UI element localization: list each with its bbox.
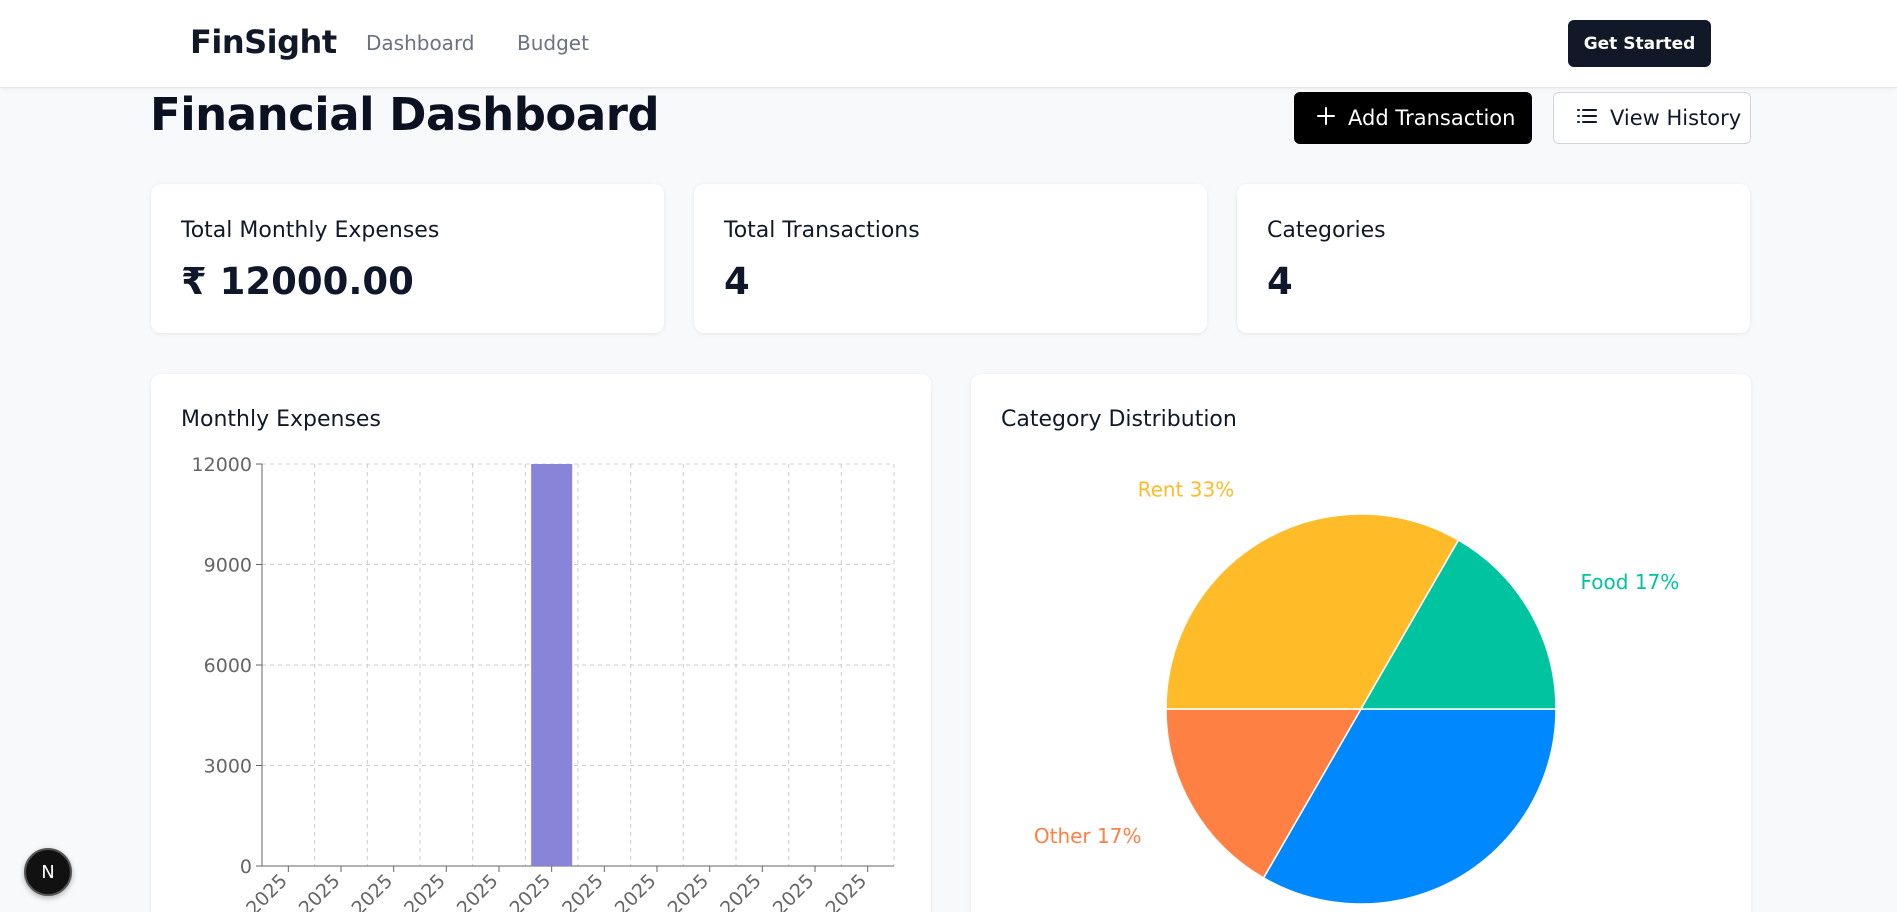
stat-value: 4 xyxy=(724,260,750,303)
x-tick-label: 2025 xyxy=(400,870,450,912)
stat-card-categories: Categories 4 xyxy=(1237,184,1750,333)
y-tick-label: 9000 xyxy=(204,555,252,577)
y-tick-label: 6000 xyxy=(204,655,252,677)
pie-slice-label: Food 17% xyxy=(1581,570,1680,594)
x-tick-label: 2025 xyxy=(347,870,397,912)
x-tick-label: 2025 xyxy=(716,870,766,912)
stat-card-total-transactions: Total Transactions 4 xyxy=(694,184,1207,333)
x-tick-label: 2025 xyxy=(558,870,608,912)
bar[interactable] xyxy=(531,464,573,866)
add-transaction-label: Add Transaction xyxy=(1348,106,1516,130)
category-distribution-panel: Category Distribution Travel 33%Other 17… xyxy=(971,374,1751,912)
list-icon xyxy=(1576,106,1598,130)
stat-value: 4 xyxy=(1267,260,1293,303)
next-dev-badge[interactable]: N xyxy=(24,848,72,896)
nav-link-budget[interactable]: Budget xyxy=(517,31,589,55)
monthly-expenses-bar-chart: 0300060009000120002025 2025 2025 2025 2025 20… xyxy=(192,454,895,912)
x-tick-label: 2025 xyxy=(611,870,661,912)
top-navbar: FinSight Dashboard Budget Get Started xyxy=(0,0,1897,88)
page-title: Financial Dashboard xyxy=(150,88,660,141)
view-history-button[interactable]: View History xyxy=(1553,92,1751,144)
stat-label: Total Transactions xyxy=(724,218,920,243)
get-started-button[interactable]: Get Started xyxy=(1568,20,1711,67)
x-tick-label: 2025 xyxy=(821,870,871,912)
plus-icon xyxy=(1316,106,1336,131)
add-transaction-button[interactable]: Add Transaction xyxy=(1294,92,1532,144)
y-tick-label: 12000 xyxy=(192,454,252,476)
category-distribution-pie-chart: Travel 33%Other 17%Rent 33%Food 17% xyxy=(1034,477,1680,905)
x-tick-label: 2025 xyxy=(663,870,713,912)
stat-label: Categories xyxy=(1267,218,1386,243)
brand-logo[interactable]: FinSight xyxy=(190,23,337,61)
view-history-label: View History xyxy=(1610,106,1742,130)
nav-link-dashboard[interactable]: Dashboard xyxy=(366,31,475,55)
x-tick-label: 2025 xyxy=(505,870,555,912)
stat-value: ₹ 12000.00 xyxy=(181,260,414,303)
x-tick-label: 2025 xyxy=(769,870,819,912)
monthly-expenses-panel: Monthly Expenses 0 3000 6000 9000 12000 2025 2… xyxy=(151,374,931,912)
pie-slice-label: Other 17% xyxy=(1034,824,1142,848)
y-tick-label: 0 xyxy=(240,856,252,878)
pie-slice-label: Rent 33% xyxy=(1138,477,1235,501)
stat-label: Total Monthly Expenses xyxy=(181,218,440,243)
y-tick-label: 3000 xyxy=(204,756,252,778)
x-tick-label: 2025 xyxy=(453,870,503,912)
stat-card-total-expenses: Total Monthly Expenses ₹ 12000.00 xyxy=(151,184,664,333)
x-tick-label: 2025 xyxy=(295,870,345,912)
